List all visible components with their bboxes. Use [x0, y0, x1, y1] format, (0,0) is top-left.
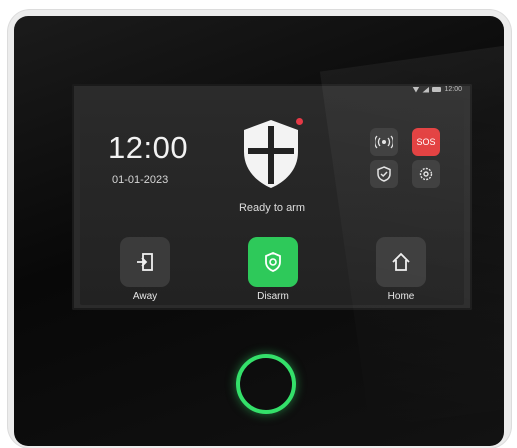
clock-date: 01-01-2023 — [112, 174, 169, 186]
battery-icon — [432, 87, 442, 92]
home-label: Home — [387, 291, 415, 302]
status-ring-led — [236, 354, 296, 414]
exit-door-icon — [137, 253, 153, 271]
shield-check-icon — [377, 166, 391, 182]
disarm-button[interactable] — [248, 237, 298, 287]
house-icon — [392, 252, 410, 271]
broadcast-icon — [375, 135, 393, 149]
broadcast-button[interactable] — [370, 128, 398, 156]
signal-icon — [422, 86, 430, 93]
gear-icon — [419, 167, 433, 181]
device-panel: 12:00 12:00 01-01-2023 Ready to arm SOS … — [14, 16, 504, 446]
away-button[interactable] — [120, 237, 170, 287]
clock-time: 12:00 — [108, 130, 189, 165]
sos-button[interactable]: SOS — [412, 128, 440, 156]
away-label: Away — [132, 291, 158, 302]
touch-screen: 12:00 12:00 01-01-2023 Ready to arm SOS … — [72, 84, 472, 310]
wifi-icon — [412, 86, 420, 93]
shield-disarm-icon — [265, 252, 281, 272]
arm-status-text: Ready to arm — [238, 202, 306, 214]
status-bar-time: 12:00 — [444, 86, 462, 93]
shield-icon — [244, 120, 298, 188]
settings-button[interactable] — [412, 160, 440, 188]
home-screen: 12:00 01-01-2023 Ready to arm SOS Away D… — [80, 100, 464, 305]
disarm-label: Disarm — [257, 291, 289, 302]
sos-label: SOS — [416, 137, 436, 147]
security-button[interactable] — [370, 160, 398, 188]
alert-indicator-dot — [296, 118, 303, 125]
status-bar: 12:00 — [412, 86, 462, 93]
home-button[interactable] — [376, 237, 426, 287]
